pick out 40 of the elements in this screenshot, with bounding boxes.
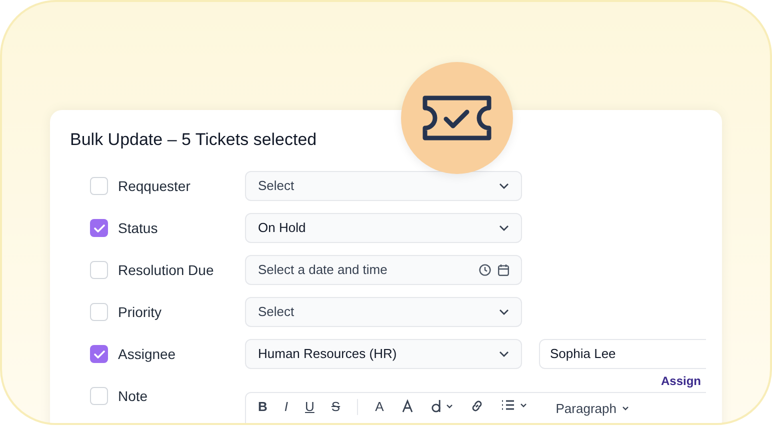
- select-field[interactable]: On Hold: [245, 213, 522, 243]
- caret-icon: [622, 406, 630, 412]
- checkbox[interactable]: [90, 177, 108, 195]
- list-icon[interactable]: [500, 399, 527, 411]
- ticket-icon: [421, 94, 493, 142]
- link-icon[interactable]: [470, 399, 484, 413]
- paragraph-dropdown[interactable]: Paragraph: [556, 399, 630, 418]
- format-button[interactable]: S: [331, 399, 340, 415]
- checkbox[interactable]: [90, 387, 108, 405]
- checkbox[interactable]: [90, 219, 108, 237]
- field-label: Assignee: [118, 344, 176, 364]
- date-time-field[interactable]: Select a date and time: [245, 255, 522, 285]
- text-editor[interactable]: B I U S A Paragraph: [245, 392, 706, 423]
- field-label: Status: [118, 218, 158, 238]
- chevron-down-icon: [499, 309, 509, 315]
- checkbox[interactable]: [90, 261, 108, 279]
- calendar-icon[interactable]: [498, 264, 509, 276]
- assign-link[interactable]: Assign: [660, 373, 701, 389]
- select-field[interactable]: Select: [245, 297, 522, 327]
- dialog-title: Bulk Update – 5 Tickets selected: [70, 130, 318, 150]
- field-label: Resolution Due: [118, 260, 214, 280]
- chevron-down-icon: [499, 351, 509, 357]
- format-button[interactable]: B: [258, 399, 268, 415]
- chevron-down-icon: [499, 225, 509, 231]
- field-label: Reqquester: [118, 176, 190, 196]
- font-size-icon[interactable]: [430, 399, 453, 413]
- chevron-down-icon: [499, 183, 509, 189]
- agent-field[interactable]: Sophia Lee: [539, 339, 706, 369]
- format-button[interactable]: A: [375, 399, 384, 415]
- checkbox[interactable]: [90, 303, 108, 321]
- format-button[interactable]: I: [284, 399, 288, 415]
- check-icon: [94, 350, 104, 358]
- field-label: Note: [118, 386, 148, 406]
- checkbox[interactable]: [90, 345, 108, 363]
- check-icon: [94, 224, 104, 232]
- select-field[interactable]: Human Resources (HR): [245, 339, 522, 369]
- clock-icon[interactable]: [479, 264, 491, 276]
- field-label: Priority: [118, 302, 162, 322]
- select-field[interactable]: Select: [245, 171, 522, 201]
- format-button[interactable]: U: [305, 399, 314, 415]
